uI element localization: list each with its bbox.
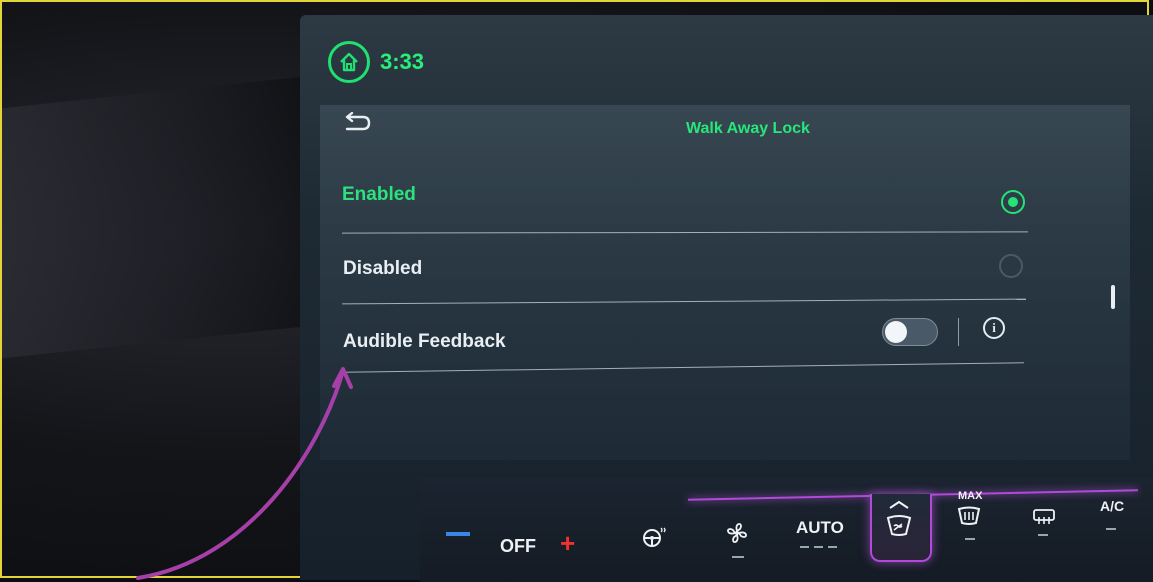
fan-button[interactable]: [724, 520, 750, 550]
home-button[interactable]: [328, 41, 370, 83]
option-enabled[interactable]: Enabled: [342, 184, 416, 206]
auto-level-indicator: [800, 546, 838, 548]
home-icon: [340, 52, 358, 72]
ac-indicator: [1106, 528, 1116, 530]
rear-defrost-icon: [1033, 509, 1055, 524]
dashboard-reflection: [2, 75, 312, 359]
option-audible-feedback: Audible Feedback: [343, 331, 506, 352]
clock: 3:33: [380, 49, 425, 74]
audible-feedback-toggle[interactable]: [882, 318, 938, 346]
page-title: Walk Away Lock: [686, 120, 810, 137]
option-disabled[interactable]: Disabled: [343, 258, 422, 280]
rear-defrost-indicator: [1038, 534, 1048, 536]
climate-off-button[interactable]: OFF: [500, 536, 536, 557]
info-icon[interactable]: i: [983, 317, 1005, 339]
separator: [958, 318, 959, 346]
max-defrost-icon: [957, 506, 981, 525]
fan-level-indicator: [732, 556, 744, 558]
radio-selected-icon[interactable]: [1001, 190, 1025, 214]
windshield-defrost-button[interactable]: [884, 500, 914, 548]
fan-icon: [727, 523, 747, 543]
ac-button[interactable]: A/C: [1100, 498, 1124, 514]
back-arrow-icon: [345, 111, 371, 131]
back-button[interactable]: [343, 111, 373, 134]
max-defrost-indicator: [965, 538, 975, 540]
scrollbar[interactable]: [1111, 285, 1115, 309]
heated-steering-wheel-button[interactable]: [641, 526, 667, 552]
climate-control-bar: [420, 478, 1153, 582]
temperature-minus-button[interactable]: [446, 532, 470, 536]
windshield-defrost-icon: [886, 500, 912, 536]
max-defrost-button[interactable]: [956, 506, 982, 530]
status-bar: 3:33: [328, 40, 424, 84]
rear-defrost-button[interactable]: [1032, 508, 1056, 530]
settings-panel: [320, 105, 1130, 460]
toggle-knob: [885, 321, 907, 343]
auto-climate-button[interactable]: AUTO: [796, 518, 844, 538]
radio-unselected-icon[interactable]: [999, 254, 1023, 278]
max-defrost-label: MAX: [958, 490, 983, 502]
heated-steering-wheel-icon: [643, 527, 666, 547]
temperature-plus-button[interactable]: +: [560, 528, 575, 559]
